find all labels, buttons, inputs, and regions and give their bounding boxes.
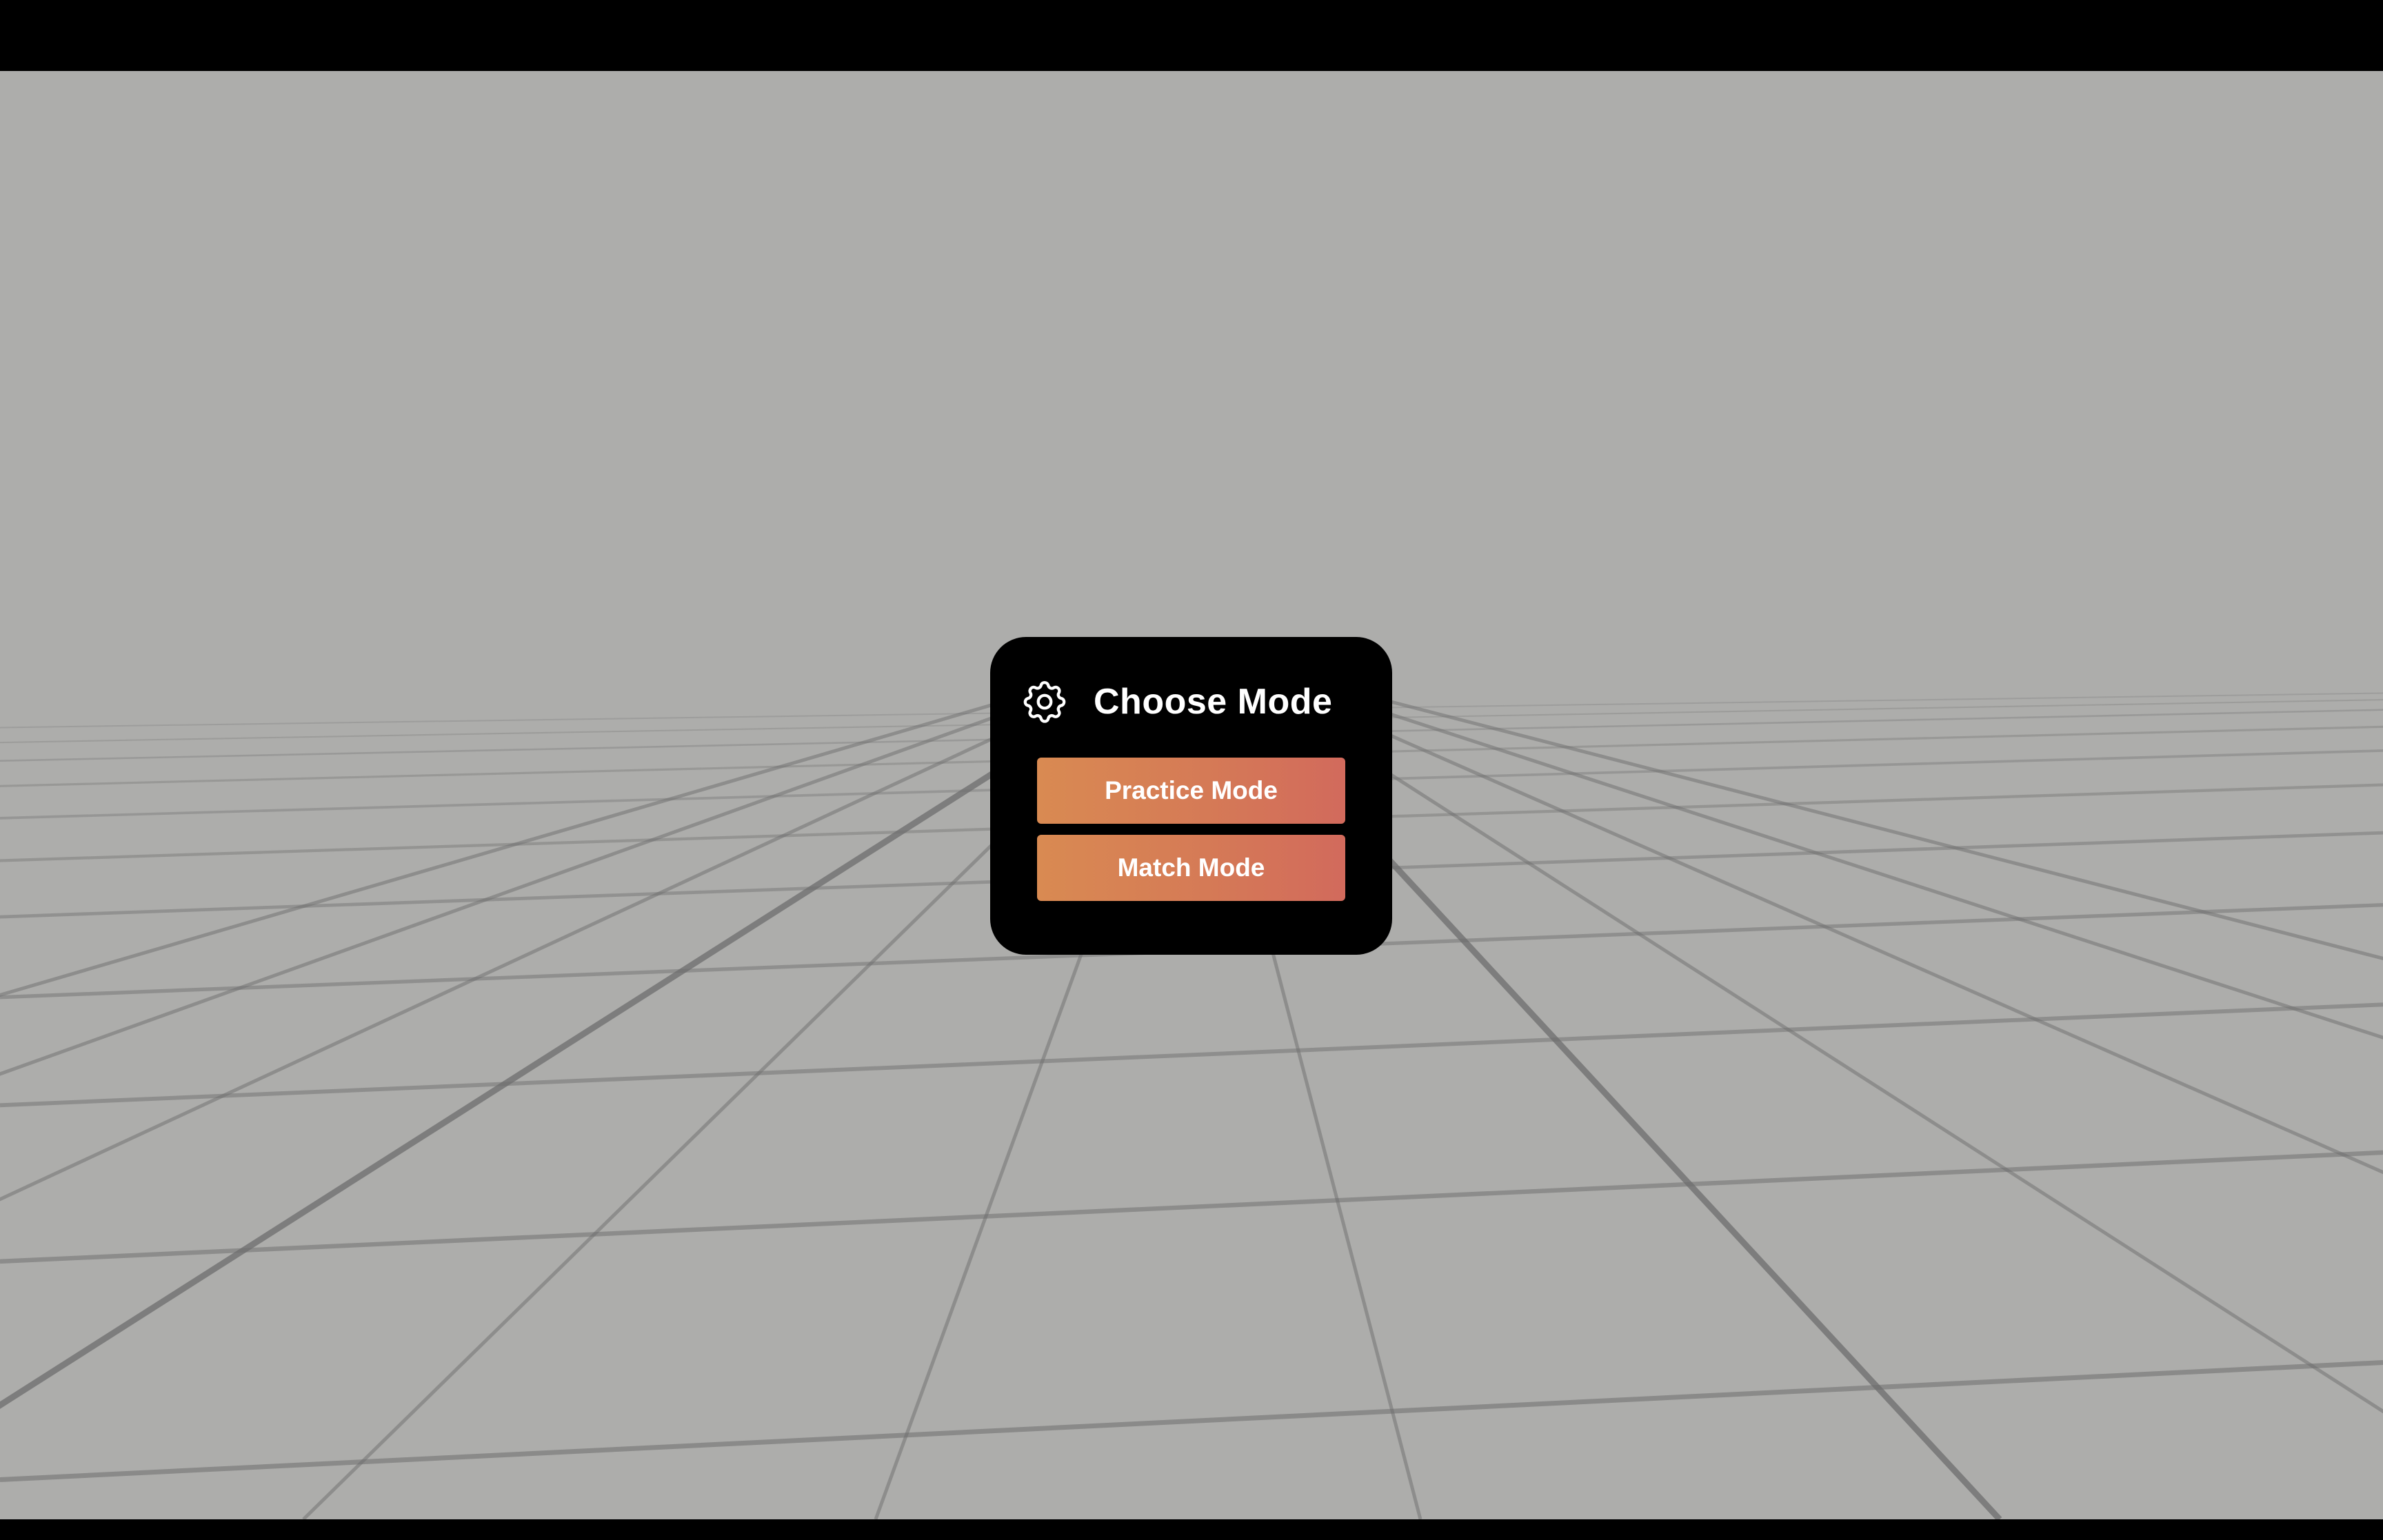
dialog-title: Choose Mode xyxy=(1094,682,1333,722)
gear-icon xyxy=(1023,680,1066,723)
match-mode-button[interactable]: Match Mode xyxy=(1037,835,1345,901)
grid-line-depth xyxy=(1297,676,2383,960)
top-letterbox-bar xyxy=(0,0,2383,71)
dialog-header: Choose Mode xyxy=(1019,674,1332,729)
practice-mode-button[interactable]: Practice Mode xyxy=(1037,758,1345,824)
grid-line-cross xyxy=(0,1002,2383,1108)
choose-mode-dialog: Choose Mode Practice Mode Match Mode xyxy=(990,637,1392,955)
grid-line-cross xyxy=(0,1360,2383,1482)
grid-line-cross xyxy=(0,1150,2383,1264)
bottom-letterbox-bar xyxy=(0,1519,2383,1540)
